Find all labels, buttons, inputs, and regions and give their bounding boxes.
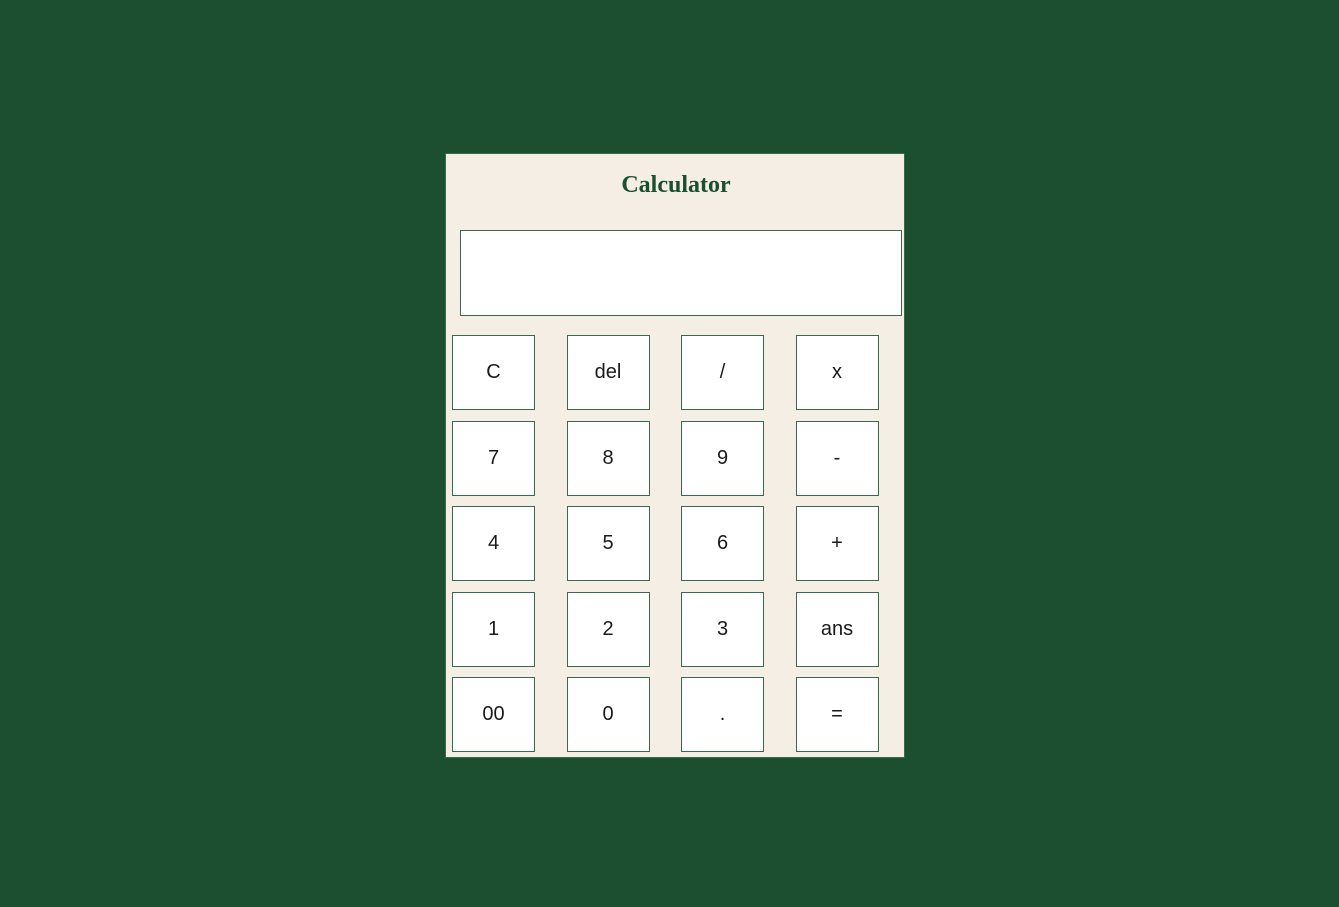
delete-button[interactable]: del	[566, 335, 650, 410]
digit-0-button[interactable]: 0	[566, 677, 650, 752]
digit-4-button[interactable]: 4	[452, 506, 535, 581]
digit-6-button[interactable]: 6	[681, 506, 764, 581]
double-zero-button[interactable]: 00	[452, 677, 535, 752]
subtract-button[interactable]: -	[795, 420, 879, 496]
calculator-display[interactable]	[460, 230, 902, 316]
calculator-title: Calculator	[621, 172, 731, 198]
add-button[interactable]: +	[795, 506, 879, 581]
digit-1-button[interactable]: 1	[452, 591, 535, 667]
equals-button[interactable]: =	[795, 677, 879, 752]
digit-9-button[interactable]: 9	[681, 420, 764, 496]
clear-button[interactable]: C	[452, 335, 535, 410]
decimal-button[interactable]: .	[681, 677, 764, 752]
divide-button[interactable]: /	[681, 335, 764, 410]
digit-5-button[interactable]: 5	[566, 506, 650, 581]
multiply-button[interactable]: x	[795, 335, 879, 410]
calculator-panel: Calculator C del / x 7 8 9 - 4 5 6 + 1 2…	[445, 153, 905, 758]
digit-3-button[interactable]: 3	[681, 591, 764, 667]
answer-button[interactable]: ans	[795, 591, 879, 667]
keypad: C del / x 7 8 9 - 4 5 6 + 1 2 3 ans 00 0…	[452, 335, 879, 752]
digit-8-button[interactable]: 8	[566, 420, 650, 496]
digit-7-button[interactable]: 7	[452, 420, 535, 496]
digit-2-button[interactable]: 2	[566, 591, 650, 667]
